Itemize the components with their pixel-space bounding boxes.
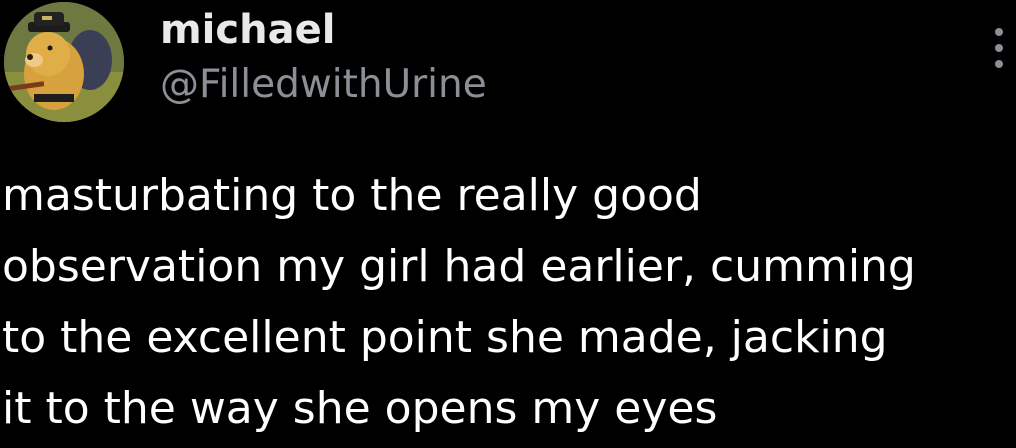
more-dot	[995, 44, 1003, 52]
avatar[interactable]	[4, 2, 124, 122]
tweet-text: masturbating to the really good observat…	[2, 160, 1012, 444]
more-dot	[995, 28, 1003, 36]
more-vertical-icon[interactable]	[988, 24, 1010, 74]
tweet-text-line: masturbating to the really good	[2, 170, 702, 221]
tweet-text-line: to the excellent point she made, jacking	[2, 312, 888, 363]
avatar-bear-icon	[4, 2, 124, 122]
tweet-card: michael @FilledwithUrine masturbating to…	[0, 0, 1016, 448]
author-handle[interactable]: @FilledwithUrine	[160, 62, 487, 108]
tweet-text-line: observation my girl had earlier, cumming	[2, 241, 916, 292]
author-display-name[interactable]: michael	[160, 6, 335, 54]
more-dot	[995, 60, 1003, 68]
tweet-text-line: it to the way she opens my eyes	[2, 383, 718, 434]
